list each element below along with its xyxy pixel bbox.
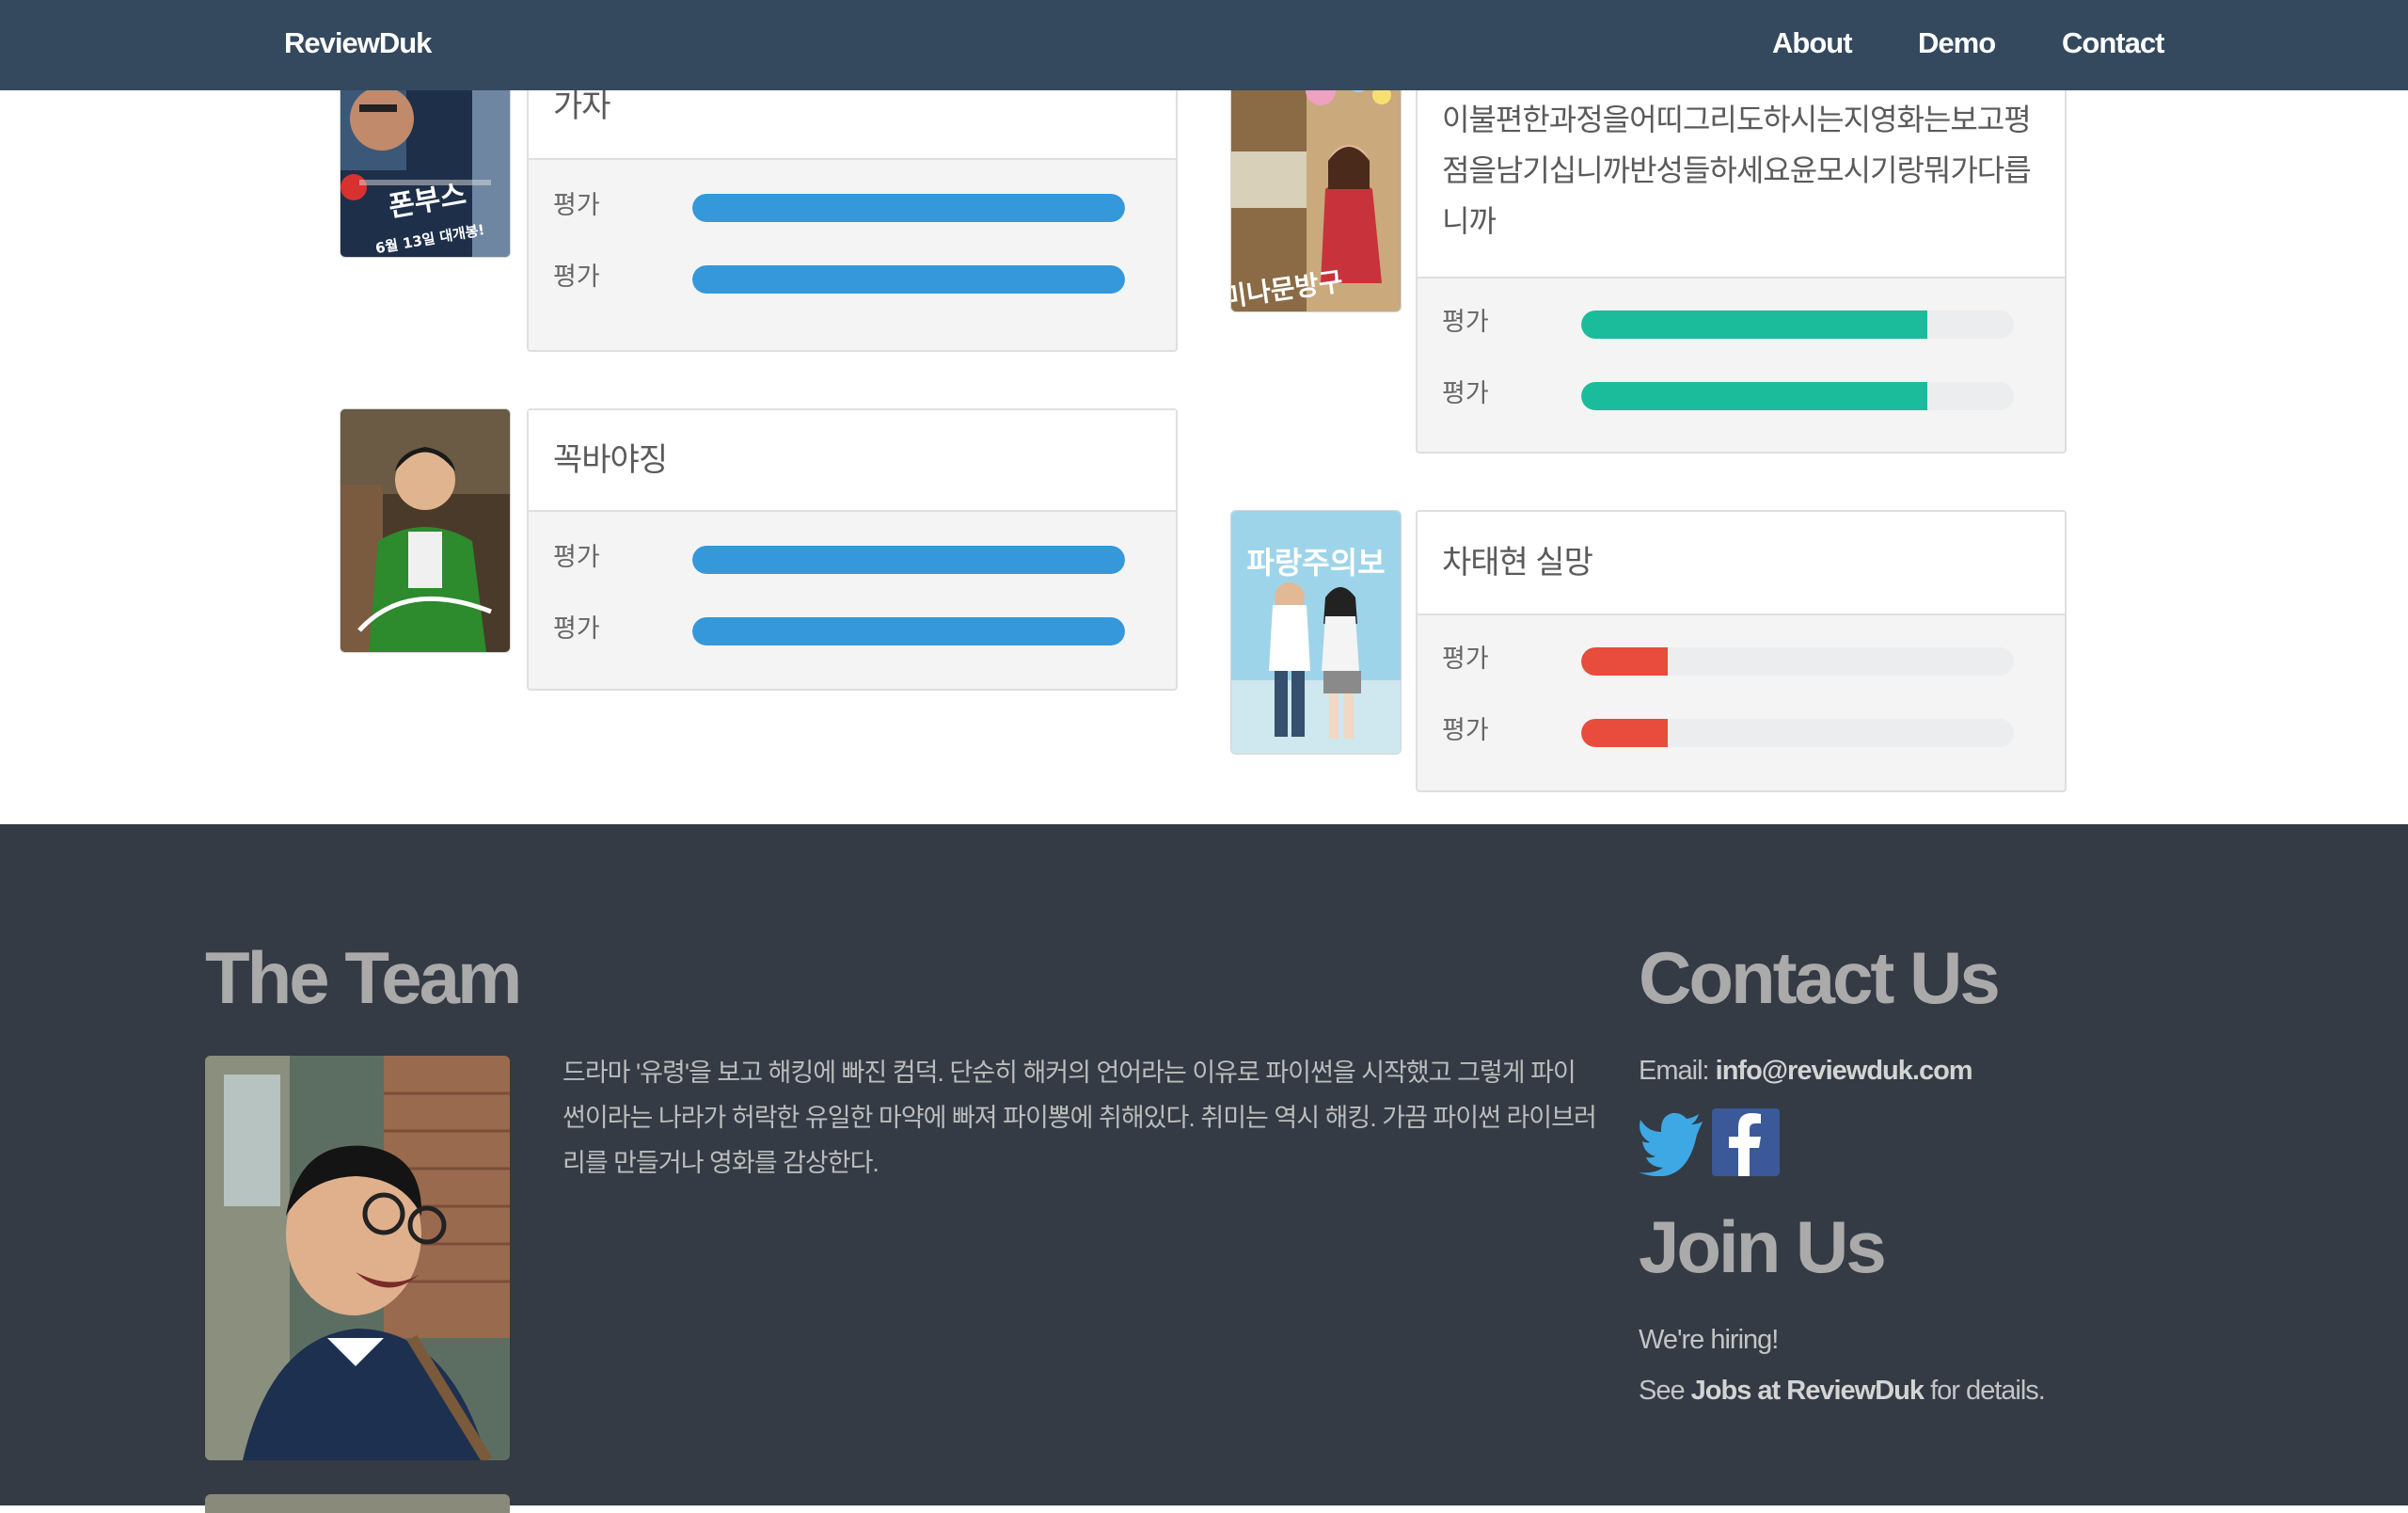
top-navbar: ReviewDuk About Demo Contact (0, 0, 2408, 90)
team-member-bio: 드라마 '유령'을 보고 해킹에 빠진 컴덕. 단순히 해커의 언어라는 이유로… (562, 1059, 1597, 1177)
join-heading: Join Us (1639, 1205, 1887, 1288)
nav-about-link[interactable]: About (1772, 0, 1853, 87)
rating-row: 평가 (529, 593, 1176, 664)
review-card: 꼭바야징 평가 평가 (527, 408, 1178, 691)
rating-progress-bar (1581, 311, 2014, 339)
rating-row: 평가 (529, 241, 1176, 312)
rating-progress-bar (1581, 719, 2014, 747)
site-footer: The Team 드라마 '유령'을 보고 해킹에 빠진 컴덕. 단순히 해커의… (0, 824, 2408, 1513)
review-title: 이불편한과정을어띠그리도하시는지영화는보고평점을남기십니까반성들하세요윤모시기랑… (1418, 77, 2065, 279)
email-label: Email: (1639, 1056, 1710, 1086)
rating-progress-fill (1581, 311, 1927, 339)
rating-progress-fill (692, 617, 1125, 645)
rating-progress-fill (692, 265, 1125, 294)
rating-row: 평가 (1418, 694, 2065, 766)
poster-phone-booth[interactable]: 폰부스 6월 13일 대개봉! (340, 66, 511, 258)
rating-progress-bar (1581, 647, 2014, 676)
rating-progress-fill (1581, 382, 1927, 410)
rating-label: 평가 (1442, 379, 1489, 407)
facebook-icon[interactable] (1712, 1108, 1780, 1176)
rating-row: 평가 (1418, 358, 2065, 429)
poster-green-jacket[interactable] (340, 408, 511, 653)
rating-progress-bar (692, 617, 1125, 645)
rating-row: 평가 (1418, 623, 2065, 694)
rating-label: 평가 (553, 191, 600, 219)
poster-blue-alert[interactable]: 파랑주의보 (1230, 510, 1402, 755)
review-title: 꼭바야징 (529, 410, 1176, 512)
nav-demo-link[interactable]: Demo (1918, 0, 1996, 87)
rating-row: 평가 (1418, 286, 2065, 358)
review-card: 이불편한과정을어띠그리도하시는지영화는보고평점을남기십니까반성들하세요윤모시기랑… (1416, 75, 2067, 454)
rating-label: 평가 (1442, 716, 1489, 744)
rating-progress-bar (692, 265, 1125, 294)
rating-progress-fill (1581, 647, 1668, 676)
rating-progress-bar (692, 546, 1125, 574)
rating-label: 평가 (553, 614, 600, 643)
poster-mina-stationery[interactable]: 미나문방구 (1230, 66, 1402, 312)
jobs-line: See Jobs at ReviewDuk for details. (1639, 1370, 2046, 1411)
review-card: 가자 평가 평가 (527, 66, 1178, 352)
team-member-photo (205, 1056, 510, 1460)
email-link[interactable]: info@reviewduk.com (1716, 1056, 1973, 1086)
svg-text:파랑주의보: 파랑주의보 (1246, 545, 1385, 581)
jobs-suffix: for details. (1930, 1376, 2046, 1406)
brand-logo[interactable]: ReviewDuk (284, 0, 432, 87)
hiring-text: We're hiring! (1639, 1325, 1779, 1355)
rating-label: 평가 (1442, 645, 1489, 673)
review-card: 차태현 실망 평가 평가 (1416, 510, 2067, 792)
twitter-icon[interactable] (1639, 1108, 1706, 1177)
jobs-link[interactable]: Jobs at ReviewDuk (1691, 1376, 1925, 1406)
rating-label: 평가 (1442, 308, 1489, 336)
nav-contact-link[interactable]: Contact (2062, 0, 2164, 87)
contact-email-line: Email: info@reviewduk.com (1639, 1050, 1973, 1091)
review-title: 차태현 실망 (1418, 512, 2065, 615)
rating-progress-fill (1581, 719, 1668, 747)
rating-progress-bar (1581, 382, 2014, 410)
team-heading: The Team (205, 936, 522, 1019)
jobs-prefix: See (1639, 1376, 1686, 1406)
rating-progress-bar (692, 194, 1125, 222)
rating-label: 평가 (553, 543, 600, 571)
rating-row: 평가 (529, 169, 1176, 241)
rating-row: 평가 (529, 521, 1176, 593)
rating-progress-fill (692, 546, 1125, 574)
rating-progress-fill (692, 194, 1125, 222)
rating-label: 평가 (553, 263, 600, 291)
team-member-photo (205, 1494, 510, 1513)
contact-heading: Contact Us (1639, 936, 2001, 1019)
